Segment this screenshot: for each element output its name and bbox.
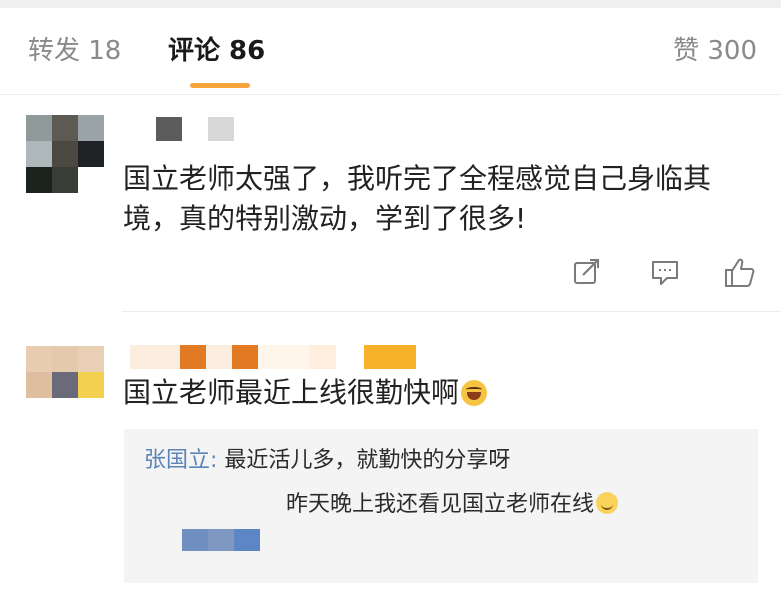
active-tab-indicator	[190, 83, 250, 88]
tab-repost[interactable]: 转发 18	[28, 34, 121, 68]
username-blurred[interactable]	[130, 345, 416, 369]
comment-item: 国立老师太强了，我听完了全程感觉自己身临其 境，真的特别激动，学到了很多!	[0, 95, 781, 313]
laughing-emoji-icon	[461, 380, 488, 406]
reply-author[interactable]: 张国立:	[144, 448, 217, 473]
comment-divider	[122, 311, 781, 312]
tab-comment[interactable]: 评论 86	[168, 34, 265, 68]
smile-emoji-icon	[596, 492, 619, 514]
like-icon[interactable]	[724, 257, 755, 287]
reply-box[interactable]: 张国立: 最近活儿多，就勤快的分享呀 昨天晚上我还看见国立老师在线	[124, 429, 758, 583]
comment-actions	[572, 257, 762, 289]
tab-like[interactable]: 赞 300	[673, 34, 757, 68]
comment-item: 国立老师最近上线很勤快啊 张国立: 最近活儿多，就勤快的分享呀 昨天晚上我还看见…	[0, 313, 781, 604]
reply-author-blurred[interactable]	[182, 529, 260, 551]
comment-text-content: 国立老师最近上线很勤快啊	[123, 376, 460, 409]
comment-icon[interactable]	[650, 257, 680, 287]
avatar[interactable]	[26, 346, 104, 424]
comment-text: 国立老师最近上线很勤快啊	[123, 373, 488, 413]
reply-text: 最近活儿多，就勤快的分享呀	[217, 448, 511, 473]
top-strip	[0, 0, 781, 8]
share-icon[interactable]	[572, 257, 602, 287]
reply-text: 昨天晚上我还看见国立老师在线	[286, 492, 595, 517]
tab-bar: 转发 18 评论 86 赞 300	[0, 8, 781, 94]
reply-line: 张国立: 最近活儿多，就勤快的分享呀	[144, 445, 510, 477]
comment-text: 境，真的特别激动，学到了很多!	[123, 202, 527, 235]
comment-text: 国立老师太强了，我听完了全程感觉自己身临其	[123, 162, 712, 195]
avatar[interactable]	[26, 115, 104, 193]
username-blurred[interactable]	[156, 117, 234, 141]
reply-line: 昨天晚上我还看见国立老师在线	[286, 489, 619, 521]
